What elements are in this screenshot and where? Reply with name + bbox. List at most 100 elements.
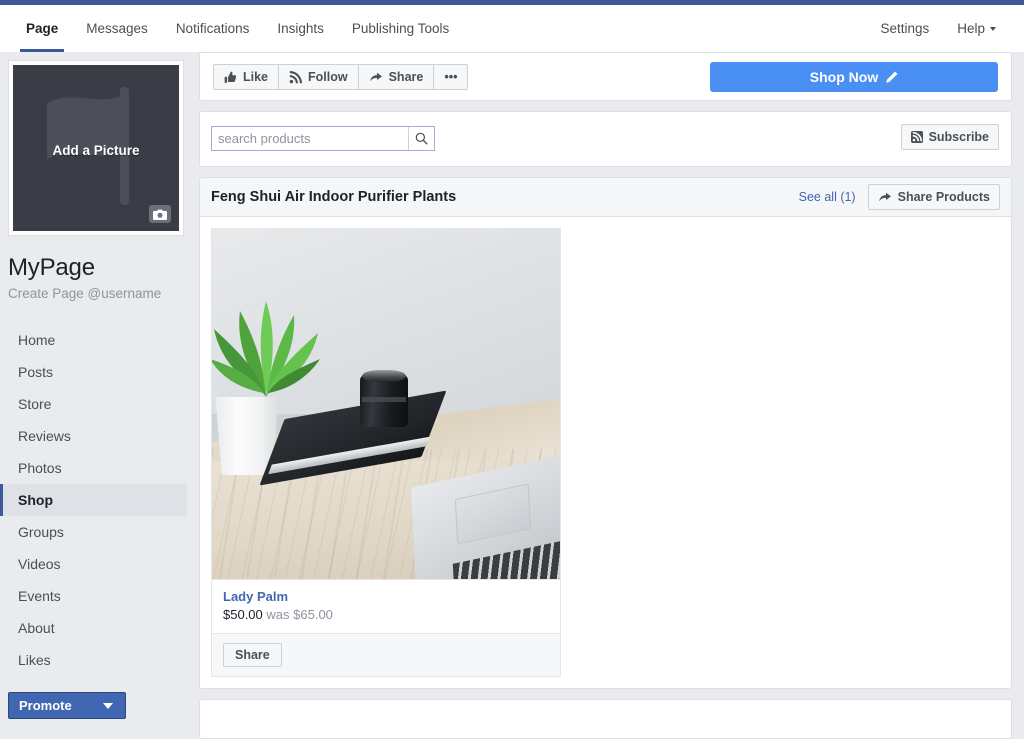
product-was-label: was	[266, 607, 290, 622]
product-was-price: $65.00	[293, 607, 333, 622]
page-title: MyPage	[8, 254, 95, 281]
follow-button[interactable]: Follow	[278, 64, 358, 90]
tab-messages-label: Messages	[86, 21, 148, 36]
search-submit-button[interactable]	[408, 127, 434, 150]
sidebar-item-shop[interactable]: Shop	[0, 484, 187, 516]
sidebar-item-label: Likes	[18, 652, 51, 668]
nav-settings-label: Settings	[880, 21, 930, 36]
sidebar-nav-list: Home Posts Store Reviews Photos Shop Gro…	[0, 324, 187, 676]
share-arrow-icon	[369, 72, 382, 81]
product-meta: Lady Palm $50.00 was $65.00	[212, 579, 560, 633]
sidebar-item-label: Events	[18, 588, 61, 604]
sidebar-item-posts[interactable]: Posts	[0, 356, 187, 388]
sidebar-item-likes[interactable]: Likes	[0, 644, 187, 676]
sidebar-item-groups[interactable]: Groups	[0, 516, 187, 548]
product-name-link[interactable]: Lady Palm	[223, 589, 549, 604]
camera-icon[interactable]	[149, 205, 171, 223]
left-sidebar: Add a Picture MyPage Create Page @userna…	[0, 52, 199, 724]
shop-now-button[interactable]: Shop Now	[710, 62, 998, 92]
sidebar-item-label: Home	[18, 332, 56, 348]
main-content: Like Follow Share ••• Shop Now search pr…	[199, 52, 1024, 739]
subscribe-label: Subscribe	[928, 130, 989, 144]
sidebar-item-label: Store	[18, 396, 52, 412]
see-all-link[interactable]: See all (1)	[799, 190, 856, 204]
tab-publishing-tools-label: Publishing Tools	[351, 21, 450, 36]
thumbs-up-icon	[224, 71, 237, 83]
sidebar-item-label: Reviews	[18, 428, 71, 444]
tab-notifications-label: Notifications	[175, 21, 250, 36]
share-button[interactable]: Share	[357, 64, 434, 90]
search-icon	[415, 132, 428, 145]
product-price: $50.00	[223, 607, 263, 622]
sidebar-item-reviews[interactable]: Reviews	[0, 420, 187, 452]
sidebar-item-home[interactable]: Home	[0, 324, 187, 356]
rss-icon	[289, 70, 303, 83]
sidebar-item-label: Photos	[18, 460, 62, 476]
more-options-button[interactable]: •••	[433, 64, 469, 90]
chevron-down-icon	[990, 26, 996, 31]
top-navigation-bar: Page Messages Notifications Insights Pub…	[0, 5, 1024, 52]
follow-button-label: Follow	[308, 70, 348, 84]
page-subtitle: Create Page @username	[8, 286, 162, 301]
avatar-label: Add a Picture	[52, 143, 140, 158]
sidebar-item-events[interactable]: Events	[0, 580, 187, 612]
camera-lens-ring	[362, 397, 406, 402]
promote-button[interactable]: Promote	[8, 692, 126, 719]
product-image[interactable]	[212, 229, 560, 579]
like-button-label: Like	[243, 70, 269, 84]
products-header-actions: See all (1) Share Products	[799, 184, 1000, 210]
chevron-down-icon	[103, 702, 113, 709]
tab-page-label: Page	[26, 21, 59, 36]
tab-insights[interactable]: Insights	[263, 5, 338, 52]
sidebar-item-label: Videos	[18, 556, 61, 572]
tab-messages[interactable]: Messages	[72, 5, 162, 52]
subscribe-button[interactable]: Subscribe	[900, 124, 999, 150]
top-nav-right-group: Settings Help	[866, 5, 1010, 52]
tab-notifications[interactable]: Notifications	[162, 5, 264, 52]
products-grid: Lady Palm $50.00 was $65.00 Share	[200, 217, 1011, 688]
camera-lens-glass	[362, 370, 406, 382]
sidebar-item-label: About	[18, 620, 55, 636]
ellipsis-icon: •••	[444, 70, 458, 84]
search-products-box[interactable]	[211, 126, 435, 151]
pencil-icon	[886, 70, 898, 83]
avatar[interactable]: Add a Picture	[13, 65, 179, 231]
promote-button-label: Promote	[19, 698, 72, 713]
page-actions-card: Like Follow Share ••• Shop Now	[199, 52, 1012, 101]
product-price-row: $50.00 was $65.00	[223, 607, 549, 622]
products-title: Feng Shui Air Indoor Purifier Plants	[211, 189, 457, 205]
products-header: Feng Shui Air Indoor Purifier Plants See…	[200, 178, 1011, 217]
tab-insights-label: Insights	[277, 21, 324, 36]
sidebar-item-label: Groups	[18, 524, 64, 540]
next-section-card	[199, 699, 1012, 739]
product-search-card: Subscribe	[199, 111, 1012, 167]
product-share-button[interactable]: Share	[223, 643, 282, 667]
product-card: Lady Palm $50.00 was $65.00 Share	[211, 228, 561, 677]
share-products-label: Share Products	[897, 190, 990, 204]
products-card: Feng Shui Air Indoor Purifier Plants See…	[199, 177, 1012, 689]
nav-help[interactable]: Help	[943, 5, 1010, 52]
rss-icon	[910, 131, 923, 143]
share-button-label: Share	[388, 70, 424, 84]
plant-leaves	[212, 301, 320, 397]
tab-publishing-tools[interactable]: Publishing Tools	[338, 5, 463, 52]
sidebar-item-label: Shop	[18, 492, 53, 508]
share-products-button[interactable]: Share Products	[867, 184, 1000, 210]
sidebar-item-videos[interactable]: Videos	[0, 548, 187, 580]
tab-page[interactable]: Page	[12, 5, 72, 52]
shop-now-label: Shop Now	[809, 69, 879, 85]
sidebar-item-photos[interactable]: Photos	[0, 452, 187, 484]
product-footer: Share	[212, 633, 560, 676]
top-nav-left-group: Page Messages Notifications Insights Pub…	[12, 5, 463, 52]
camera-glyph	[153, 209, 167, 220]
page-action-button-group: Like Follow Share •••	[213, 64, 469, 90]
like-button[interactable]: Like	[213, 64, 279, 90]
share-arrow-icon	[878, 192, 891, 201]
search-input[interactable]	[212, 131, 408, 146]
sidebar-item-store[interactable]: Store	[0, 388, 187, 420]
nav-help-label: Help	[957, 21, 985, 36]
sidebar-item-about[interactable]: About	[0, 612, 187, 644]
profile-picture-frame[interactable]: Add a Picture	[8, 60, 184, 236]
nav-settings[interactable]: Settings	[866, 5, 943, 52]
sidebar-item-label: Posts	[18, 364, 54, 380]
